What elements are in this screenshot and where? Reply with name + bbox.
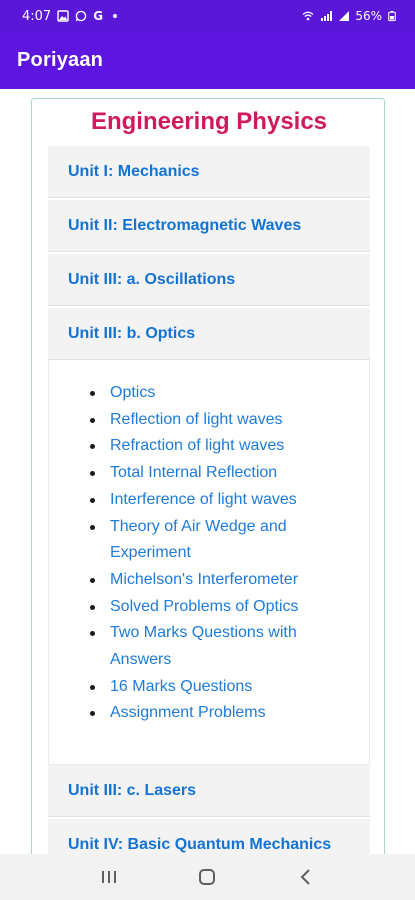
system-nav-bar (0, 854, 415, 900)
status-right: 56% (302, 9, 397, 23)
recent-apps-button[interactable] (89, 857, 129, 897)
status-time: 4:07 (22, 8, 52, 24)
page-title: Engineering Physics (90, 108, 328, 135)
app-title: Poriyaan (17, 49, 104, 71)
signal-icon (321, 11, 333, 21)
home-icon (199, 869, 216, 885)
unit-3a-header[interactable]: Unit III: a. Oscillations (48, 254, 370, 306)
subject-card: Engineering Physics Unit I: Mechanics Un… (31, 98, 385, 854)
wifi-icon (302, 11, 314, 21)
topic-link-optics[interactable]: Optics (89, 380, 329, 407)
unit-label: Unit IV: Basic Quantum Mechanics (68, 835, 332, 853)
home-button[interactable] (187, 857, 227, 897)
unit-label: Unit III: a. Oscillations (68, 270, 236, 288)
back-button[interactable] (286, 857, 326, 897)
unit-4-header[interactable]: Unit IV: Basic Quantum Mechanics (48, 819, 370, 854)
topic-link-reflection[interactable]: Reflection of light waves (89, 407, 329, 434)
battery-percent: 56% (355, 9, 382, 23)
topic-link-air-wedge[interactable]: Theory of Air Wedge and Experiment (89, 514, 329, 567)
status-left: 4:07 G (22, 8, 118, 24)
topic-link-total-internal-reflection[interactable]: Total Internal Reflection (89, 460, 329, 487)
back-icon (300, 869, 310, 885)
topic-list: Optics Reflection of light waves Refract… (89, 380, 329, 727)
unit-label: Unit III: b. Optics (68, 324, 196, 342)
status-bar: 4:07 G 56% (0, 0, 415, 32)
topic-link-solved-problems[interactable]: Solved Problems of Optics (89, 594, 329, 621)
unit-2-header[interactable]: Unit II: Electromagnetic Waves (48, 200, 370, 252)
unit-label: Unit I: Mechanics (68, 162, 200, 180)
topic-link-interference[interactable]: Interference of light waves (89, 487, 329, 514)
content-area[interactable]: Engineering Physics Unit I: Mechanics Un… (0, 89, 415, 854)
app-bar: Poriyaan (0, 32, 415, 89)
screen: 4:07 G 56% Poriyaan Engineering Physics … (0, 0, 415, 900)
notification-dot-icon (113, 14, 118, 18)
google-icon: G (93, 9, 104, 23)
recent-apps-icon (102, 871, 117, 883)
unit-label: Unit II: Electromagnetic Waves (68, 216, 302, 234)
battery-icon (388, 11, 396, 22)
topic-link-16-marks[interactable]: 16 Marks Questions (89, 674, 329, 701)
unit-3b-header[interactable]: Unit III: b. Optics (48, 308, 370, 360)
unit-3b-panel: Optics Reflection of light waves Refract… (48, 360, 370, 765)
unit-3c-header[interactable]: Unit III: c. Lasers (48, 765, 370, 817)
whatsapp-icon (75, 10, 87, 22)
gallery-icon (57, 10, 69, 22)
signal-2-icon (339, 11, 350, 21)
topic-link-two-marks[interactable]: Two Marks Questions with Answers (89, 620, 329, 673)
topic-link-assignment[interactable]: Assignment Problems (89, 700, 329, 727)
unit-label: Unit III: c. Lasers (68, 781, 197, 799)
topic-link-michelson[interactable]: Michelson's Interferometer (89, 567, 329, 594)
unit-1-header[interactable]: Unit I: Mechanics (48, 146, 370, 198)
topic-link-refraction[interactable]: Refraction of light waves (89, 433, 329, 460)
